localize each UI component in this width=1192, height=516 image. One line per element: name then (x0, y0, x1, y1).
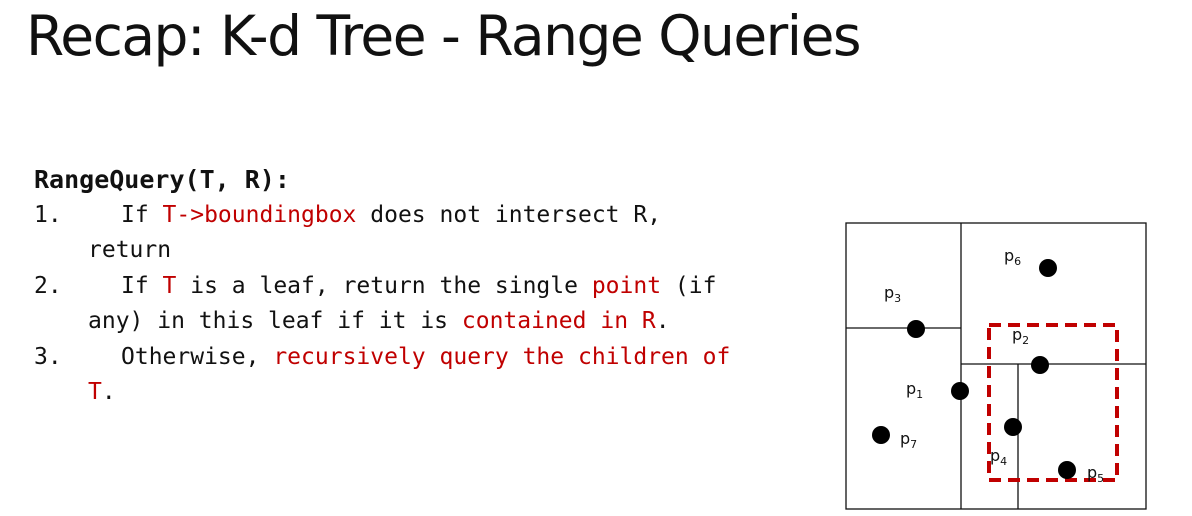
point-label-name: p (1087, 463, 1097, 482)
point-p3 (907, 320, 925, 338)
point-label-sub: 6 (1014, 255, 1021, 268)
point-label-p4: p4 (990, 446, 1007, 468)
point-p7 (872, 426, 890, 444)
point-label-sub: 4 (1000, 455, 1007, 468)
point-p1 (951, 382, 969, 400)
point-label-p3: p3 (884, 283, 901, 305)
point-label-name: p (1004, 246, 1014, 265)
point-label-p6: p6 (1004, 246, 1021, 268)
point-label-p5: p5 (1087, 463, 1104, 485)
point-p2 (1031, 356, 1049, 374)
point-label-name: p (990, 446, 1000, 465)
kd-tree-diagram: p1 p2 p3 p4 p5 p6 p7 (845, 222, 1147, 510)
point-label-sub: 7 (910, 438, 917, 451)
point-p6 (1039, 259, 1057, 277)
query-range (987, 323, 1119, 482)
point-label-sub: 3 (894, 292, 901, 305)
point-label-name: p (1012, 325, 1022, 344)
point-label-sub: 2 (1022, 334, 1029, 347)
point-label-p1: p1 (906, 379, 923, 401)
point-label-p7: p7 (900, 429, 917, 451)
point-label-name: p (884, 283, 894, 302)
point-p5 (1058, 461, 1076, 479)
point-label-name: p (900, 429, 910, 448)
point-label-sub: 1 (916, 388, 923, 401)
bounding-box (845, 222, 1147, 510)
point-label-p2: p2 (1012, 325, 1029, 347)
point-label-sub: 5 (1097, 472, 1104, 485)
point-p4 (1004, 418, 1022, 436)
point-label-name: p (906, 379, 916, 398)
